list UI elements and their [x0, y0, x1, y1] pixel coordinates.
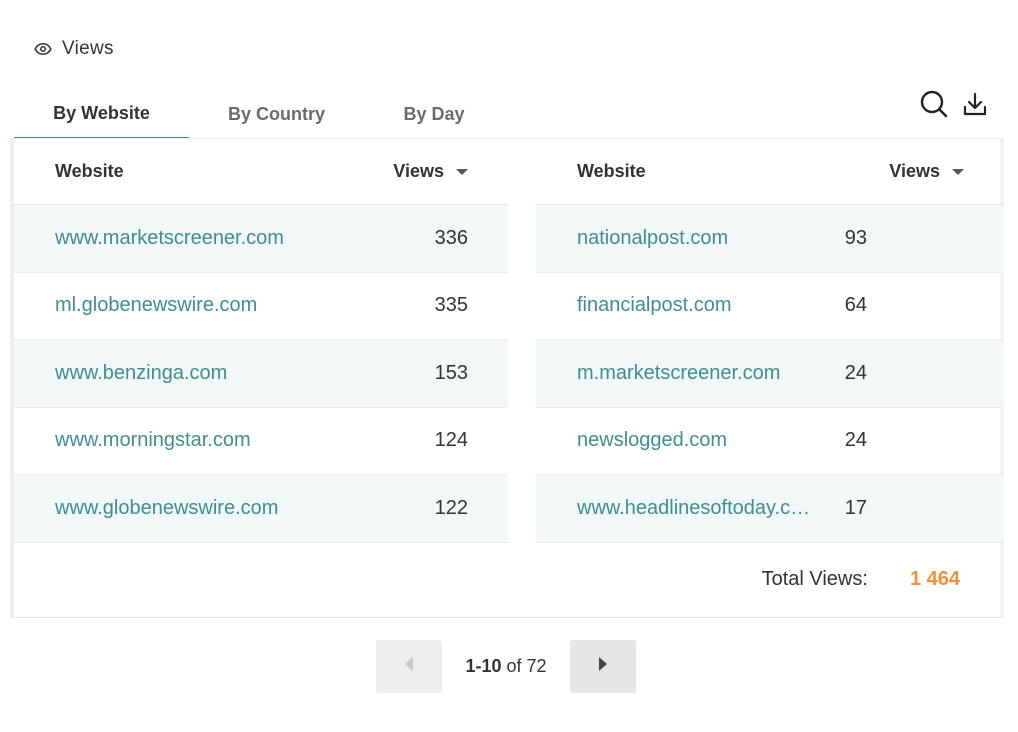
table-row: www.benzinga.com 153 [14, 340, 508, 408]
total-views-label: Total Views: [761, 567, 868, 590]
website-link[interactable]: newslogged.com [536, 429, 827, 452]
table-row: www.morningstar.com 124 [14, 408, 508, 475]
page-range: 1-10 of 72 [442, 656, 570, 677]
views-value: 124 [434, 429, 468, 452]
views-value: 153 [434, 361, 468, 384]
views-header: Views [34, 38, 114, 60]
views-value: 93 [844, 226, 867, 249]
table-row: newslogged.com 24 [536, 408, 1004, 475]
website-column-header[interactable]: Website [536, 161, 889, 182]
views-column-header[interactable]: Views [889, 161, 1004, 182]
table-header: Website Views [536, 139, 1004, 205]
tab-by-country[interactable]: By Country [189, 90, 364, 138]
views-value: 64 [844, 294, 867, 317]
website-table-left: Website Views www.marketscreener.com 336… [14, 139, 508, 543]
views-value: 335 [434, 294, 468, 317]
table-row: www.globenewswire.com 122 [14, 475, 508, 543]
page-range-total: of 72 [506, 656, 547, 676]
tab-by-day[interactable]: By Day [364, 90, 504, 138]
views-value: 122 [434, 496, 468, 519]
table-row: ml.globenewswire.com 335 [14, 273, 508, 340]
page-range-current: 1-10 [465, 656, 502, 676]
website-column-header[interactable]: Website [14, 161, 393, 182]
table-row: m.marketscreener.com 24 [536, 340, 1004, 408]
toolbar [920, 90, 988, 123]
website-link[interactable]: nationalpost.com [536, 227, 827, 250]
sort-desc-icon [952, 168, 964, 175]
views-header-label: Views [393, 161, 444, 181]
section-title: Views [62, 38, 114, 59]
chevron-left-icon [403, 656, 415, 677]
table-row: www.marketscreener.com 336 [14, 205, 508, 273]
website-link[interactable]: www.headlinesoftoday.c… [536, 497, 827, 520]
table-row: www.headlinesoftoday.c… 17 [536, 475, 1004, 543]
website-link[interactable]: ml.globenewswire.com [14, 294, 428, 317]
views-value: 24 [844, 361, 867, 384]
views-column-header[interactable]: Views [393, 161, 508, 182]
views-header-label: Views [889, 161, 940, 181]
website-link[interactable]: m.marketscreener.com [536, 362, 827, 385]
website-link[interactable]: www.globenewswire.com [14, 497, 428, 520]
tab-bar: By Website By Country By Day [14, 90, 504, 140]
total-views-value: 1 464 [909, 567, 960, 590]
website-link[interactable]: www.marketscreener.com [14, 227, 428, 250]
views-panel: Website Views www.marketscreener.com 336… [10, 138, 1004, 618]
download-icon[interactable] [962, 91, 988, 122]
previous-page-button[interactable] [376, 640, 442, 693]
chevron-right-icon [597, 656, 609, 677]
website-table-right: Website Views nationalpost.com 93 financ… [536, 139, 1004, 543]
views-value: 17 [844, 496, 867, 519]
table-row: financialpost.com 64 [536, 273, 1004, 340]
sort-desc-icon [456, 168, 468, 175]
total-views: Total Views: 1 464 [14, 544, 1000, 614]
eye-icon [34, 40, 52, 58]
views-value: 336 [434, 226, 468, 249]
table-header: Website Views [14, 139, 508, 205]
table-row: nationalpost.com 93 [536, 205, 1004, 273]
views-value: 24 [844, 429, 867, 452]
tab-by-website[interactable]: By Website [14, 90, 189, 140]
website-link[interactable]: www.morningstar.com [14, 429, 428, 452]
website-link[interactable]: financialpost.com [536, 294, 827, 317]
pagination: 1-10 of 72 [376, 640, 636, 693]
next-page-button[interactable] [570, 640, 636, 693]
search-icon[interactable] [920, 90, 948, 123]
website-link[interactable]: www.benzinga.com [14, 362, 428, 385]
